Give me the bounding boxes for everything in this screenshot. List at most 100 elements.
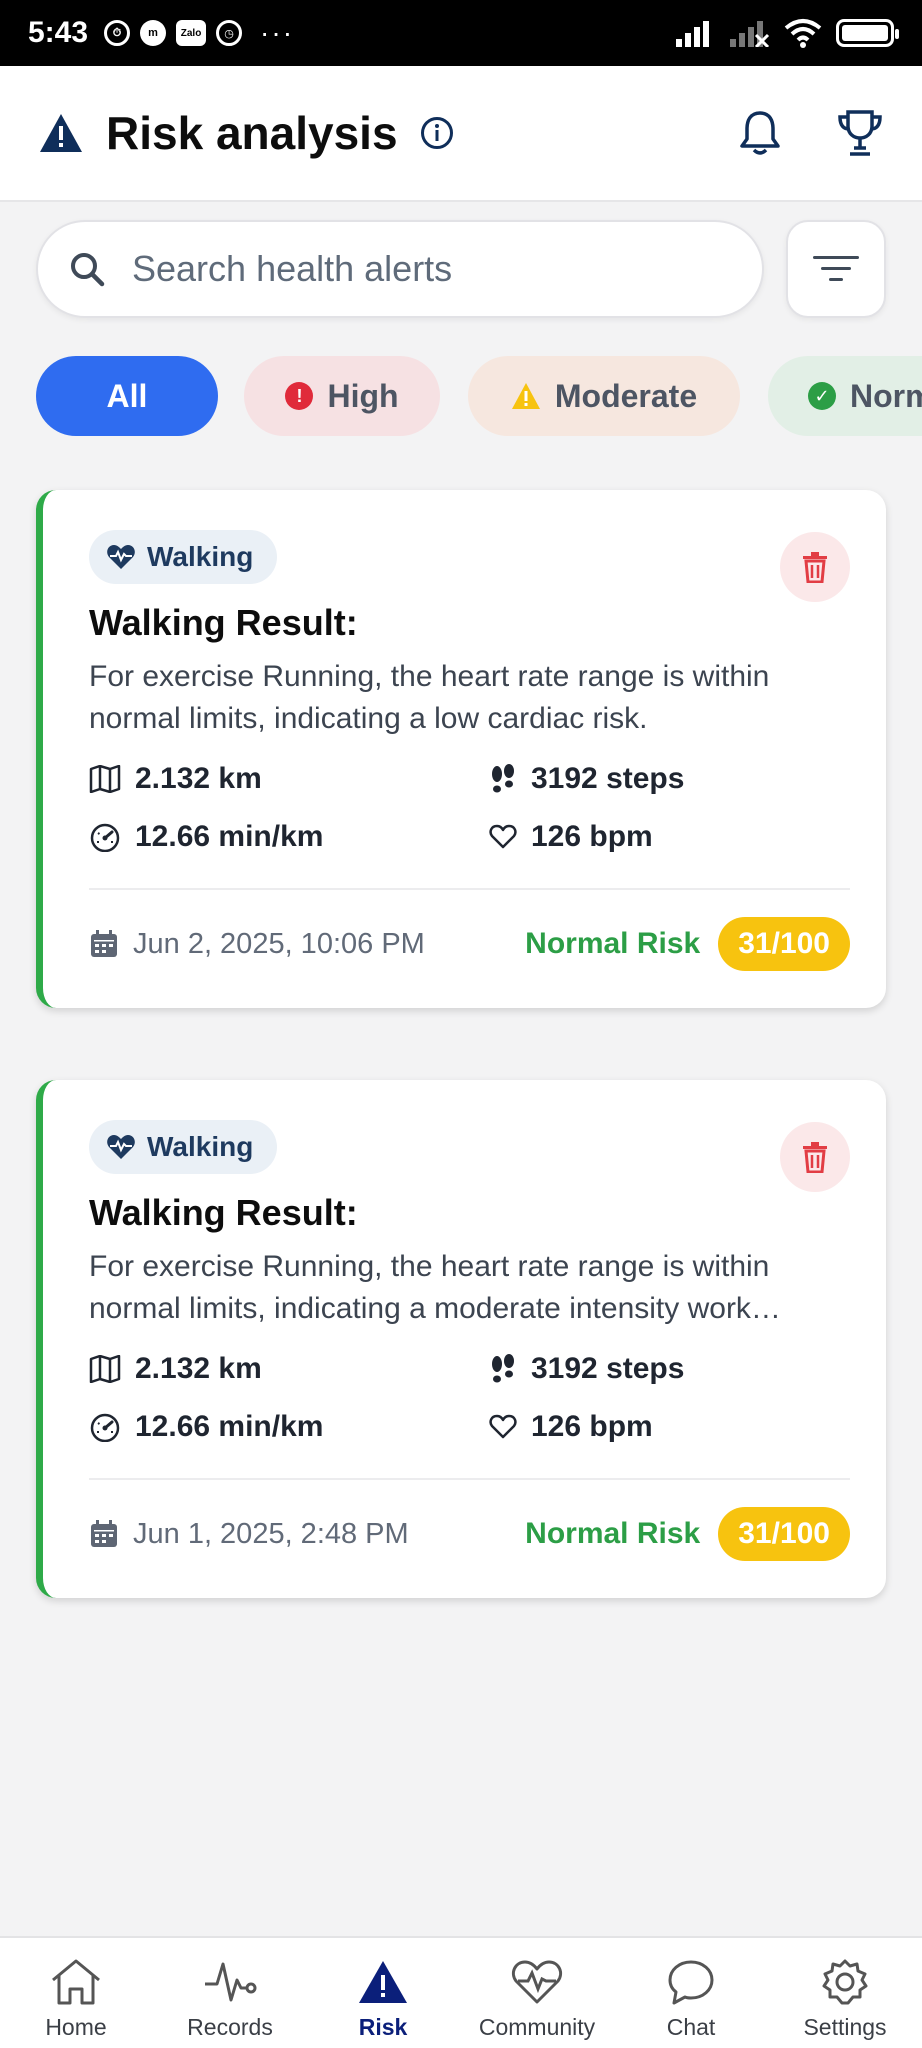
trophy-icon[interactable] xyxy=(836,108,884,158)
heart-rate-value: 126 bpm xyxy=(531,1410,653,1443)
search-icon xyxy=(71,253,105,287)
activity-tag-label: Walking xyxy=(147,541,254,572)
gear-icon xyxy=(822,1959,868,2005)
activity-tag-label: Walking xyxy=(147,1131,254,1162)
metric-distance: 2.132 km xyxy=(89,1352,262,1386)
heart-icon xyxy=(489,1414,517,1439)
metric-heart-rate: 126 bpm xyxy=(489,1410,653,1444)
steps-value: 3192 steps xyxy=(531,1352,685,1385)
card-date: Jun 2, 2025, 10:06 PM xyxy=(89,928,425,961)
card-divider xyxy=(89,1478,850,1480)
card-footer: Jun 1, 2025, 2:48 PM Normal Risk 31/100 xyxy=(89,1506,850,1562)
trash-icon xyxy=(803,1142,827,1173)
home-icon xyxy=(52,1959,100,2005)
distance-value: 2.132 km xyxy=(135,762,262,795)
nav-label: Settings xyxy=(803,2014,887,2040)
nav-label: Risk xyxy=(358,2014,408,2040)
calendar-icon xyxy=(91,930,117,957)
heart-pulse-icon xyxy=(511,1960,563,2004)
bottom-nav: Home Records Risk Community Chat Setting… xyxy=(0,1936,922,2048)
heart-icon xyxy=(489,824,517,849)
metric-pace: 12.66 min/km xyxy=(89,820,323,854)
chip-label: Normal xyxy=(850,377,922,414)
bell-icon[interactable] xyxy=(738,109,782,157)
date-value: Jun 2, 2025, 10:06 PM xyxy=(133,927,425,960)
delete-button[interactable] xyxy=(780,1122,850,1192)
messenger-status-icon: m xyxy=(140,20,167,46)
page-title: Risk analysis xyxy=(106,107,398,159)
zalo-status-icon: Zalo xyxy=(176,20,207,46)
card-title: Walking Result: xyxy=(89,602,358,643)
warning-icon xyxy=(359,1961,407,2003)
chip-label: All xyxy=(106,377,148,414)
nav-item-settings[interactable]: Settings xyxy=(770,1938,920,2048)
filter-chip-high[interactable]: ! High xyxy=(244,356,440,436)
score-badge: 31/100 xyxy=(718,917,850,971)
search-input[interactable] xyxy=(132,248,692,290)
warning-icon xyxy=(40,114,82,152)
metric-heart-rate: 126 bpm xyxy=(489,820,653,854)
status-bar: 5:43 ⏱ m Zalo ◷ ··· xyxy=(0,0,922,66)
distance-value: 2.132 km xyxy=(135,1352,262,1385)
heart-pulse-icon xyxy=(107,545,135,569)
heart-rate-value: 126 bpm xyxy=(531,820,653,853)
risk-card[interactable]: Walking Walking Result: For exercise Run… xyxy=(36,1080,886,1598)
pace-value: 12.66 min/km xyxy=(135,1410,324,1443)
signal-icon xyxy=(676,21,709,47)
speedometer-icon xyxy=(90,1413,120,1442)
search-box[interactable] xyxy=(36,220,764,318)
card-description: For exercise Running, the heart rate ran… xyxy=(89,660,770,735)
metric-steps: 3192 steps xyxy=(489,1352,684,1386)
nav-item-chat[interactable]: Chat xyxy=(616,1938,766,2048)
nav-label: Records xyxy=(187,2014,273,2040)
heart-pulse-icon xyxy=(107,1135,135,1159)
nav-item-community[interactable]: Community xyxy=(462,1938,612,2048)
nav-label: Home xyxy=(45,2014,107,2040)
map-icon xyxy=(89,765,121,793)
chip-label: Moderate xyxy=(554,377,698,414)
alarm-status-icon: ⏱ xyxy=(104,20,131,46)
filter-chip-moderate[interactable]: Moderate xyxy=(468,356,740,436)
card-description: For exercise Running, the heart rate ran… xyxy=(89,1250,781,1325)
filter-chips: All ! High Moderate ✓ Normal xyxy=(0,356,922,436)
date-value: Jun 1, 2025, 2:48 PM xyxy=(133,1517,409,1550)
filter-chip-normal[interactable]: ✓ Normal xyxy=(768,356,922,436)
nav-item-home[interactable]: Home xyxy=(1,1938,151,2048)
activity-tag: Walking xyxy=(89,1120,278,1174)
chat-icon xyxy=(668,1960,714,2005)
card-footer: Jun 2, 2025, 10:06 PM Normal Risk 31/100 xyxy=(89,916,850,972)
filter-button[interactable] xyxy=(786,220,886,318)
calendar-icon xyxy=(91,1520,117,1547)
speedometer-icon xyxy=(90,823,120,852)
steps-value: 3192 steps xyxy=(531,762,685,795)
nav-item-records[interactable]: Records xyxy=(155,1938,305,2048)
wifi-icon xyxy=(784,19,822,48)
app-header: Risk analysis xyxy=(0,66,922,202)
warning-icon xyxy=(511,383,540,409)
risk-label: Normal Risk xyxy=(525,1517,701,1550)
nav-label: Chat xyxy=(666,2014,716,2040)
card-divider xyxy=(89,888,850,890)
card-date: Jun 1, 2025, 2:48 PM xyxy=(89,1518,409,1551)
check-circle-icon: ✓ xyxy=(808,382,836,410)
risk-card[interactable]: Walking Walking Result: For exercise Run… xyxy=(36,490,886,1008)
card-title: Walking Result: xyxy=(89,1192,358,1233)
metric-pace: 12.66 min/km xyxy=(89,1410,323,1444)
activity-tag: Walking xyxy=(89,530,278,584)
map-icon xyxy=(89,1355,121,1383)
metric-distance: 2.132 km xyxy=(89,762,262,796)
trash-icon xyxy=(803,552,827,583)
filter-chip-all[interactable]: All xyxy=(36,356,218,436)
chip-label: High xyxy=(327,377,399,414)
more-status-icon: ··· xyxy=(260,17,295,48)
risk-label: Normal Risk xyxy=(525,927,701,960)
nav-item-risk[interactable]: Risk xyxy=(308,1938,458,2048)
battery-icon xyxy=(836,19,899,47)
pulse-icon xyxy=(205,1962,257,2002)
footsteps-icon xyxy=(492,1354,514,1383)
clock-status-icon: ◷ xyxy=(216,20,243,46)
signal-no-service-icon xyxy=(730,21,770,47)
pace-value: 12.66 min/km xyxy=(135,820,324,853)
info-icon[interactable] xyxy=(420,116,454,150)
delete-button[interactable] xyxy=(780,532,850,602)
